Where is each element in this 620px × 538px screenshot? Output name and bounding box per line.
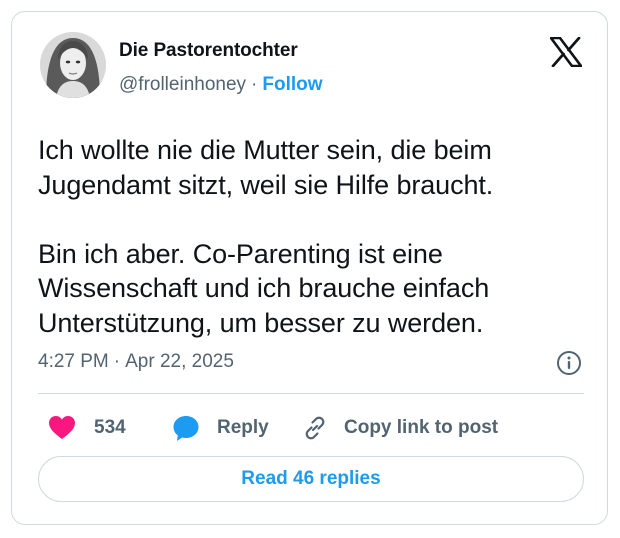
link-icon [305, 416, 325, 440]
reply-button[interactable]: Reply [172, 411, 269, 445]
avatar[interactable] [40, 32, 106, 98]
copy-link-label: Copy link to post [344, 417, 499, 438]
tweet-time: 4:27 PM [38, 351, 109, 372]
action-bar: 534 Reply Copy link to post [38, 411, 584, 445]
follow-button[interactable]: Follow [262, 74, 322, 95]
tweet-text: Ich wollte nie die Mutter sein, die beim… [38, 135, 494, 338]
tweet-card: Die Pastorentochter @frolleinhoney · Follo… [11, 11, 608, 525]
copy-link-button[interactable]: Copy link to post [302, 411, 498, 445]
heart-icon [49, 416, 75, 439]
tweet-timestamp[interactable]: 4:27 PM · Apr 22, 2025 [38, 351, 234, 373]
like-button[interactable]: 534 [48, 411, 126, 445]
tweet-date: Apr 22, 2025 [125, 351, 234, 372]
handle-separator: · [251, 74, 258, 95]
author-handle-row: @frolleinhoney · Follow [119, 74, 323, 96]
divider [38, 393, 584, 394]
avatar-photo-icon [40, 32, 106, 98]
like-count: 534 [94, 417, 126, 438]
author-handle[interactable]: @frolleinhoney [119, 74, 246, 95]
meta-separator: · [113, 351, 121, 372]
x-logo-icon[interactable] [549, 36, 583, 68]
reply-label: Reply [217, 417, 269, 438]
speech-bubble-icon [173, 416, 199, 441]
author-display-name[interactable]: Die Pastorentochter [119, 40, 298, 62]
read-replies-button[interactable]: Read 46 replies [38, 456, 584, 502]
info-icon[interactable] [556, 350, 582, 376]
